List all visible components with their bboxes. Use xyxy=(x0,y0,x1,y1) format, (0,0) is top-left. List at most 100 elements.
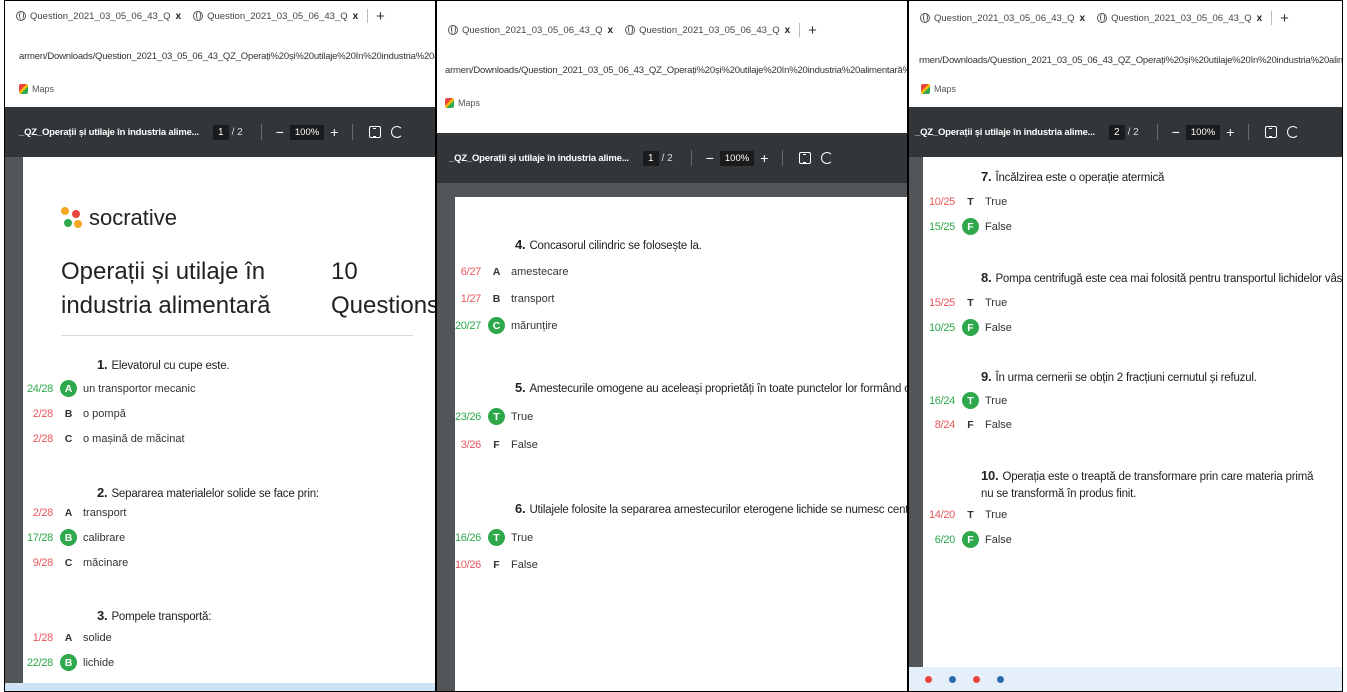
question-7: 7. Încălzirea este o operație atermică xyxy=(981,169,1164,184)
globe-icon xyxy=(16,11,26,21)
zoom-out-button[interactable]: − xyxy=(706,151,714,165)
answer-ratio: 6/20 xyxy=(934,533,956,546)
answer-text: True xyxy=(511,410,534,423)
zoom-level[interactable]: 100% xyxy=(289,124,325,140)
zoom-in-button[interactable]: + xyxy=(1226,125,1234,139)
answer-letter: B xyxy=(492,292,501,305)
answer-ratio: 9/28 xyxy=(32,556,54,569)
taskbar-app-icon[interactable] xyxy=(997,676,1004,683)
zoom-level[interactable]: 100% xyxy=(719,150,755,166)
answer-row: 10/26 F False xyxy=(441,556,538,573)
page-total: / 2 xyxy=(1127,126,1139,138)
answer-row: 15/25 F False xyxy=(915,218,1012,235)
browser-tab-1[interactable]: Question_2021_03_05_06_43_Q x xyxy=(13,5,184,27)
answer-letter-correct: F xyxy=(962,218,979,235)
address-bar[interactable]: armen/Downloads/Question_2021_03_05_06_4… xyxy=(5,45,435,67)
question-number: 2. xyxy=(97,485,108,500)
zoom-in-button[interactable]: + xyxy=(760,151,768,165)
taskbar-app-icon[interactable] xyxy=(925,676,932,683)
close-tab-icon[interactable]: x xyxy=(1080,13,1086,24)
answer-text: True xyxy=(985,296,1008,309)
tab-bar: Question_2021_03_05_06_43_Q x Question_20… xyxy=(909,3,1342,33)
browser-tab-2[interactable]: Question_2021_03_05_06_43_Q x xyxy=(190,5,361,27)
new-tab-button[interactable]: + xyxy=(376,8,385,25)
rotate-icon[interactable] xyxy=(391,126,404,138)
divider xyxy=(61,335,413,336)
address-bar[interactable]: armen/Downloads/Question_2021_03_05_06_4… xyxy=(437,59,907,81)
pdf-page: 7. Încălzirea este o operație atermică 10… xyxy=(923,157,1343,669)
divider xyxy=(1248,124,1250,140)
divider xyxy=(782,150,784,166)
close-tab-icon[interactable]: x xyxy=(785,25,791,36)
close-tab-icon[interactable]: x xyxy=(1257,13,1263,24)
answer-text: False xyxy=(985,321,1012,334)
bookmark-maps[interactable]: Maps xyxy=(458,98,480,108)
answer-text: măcinare xyxy=(83,556,129,569)
divider xyxy=(352,124,354,140)
rotate-icon[interactable] xyxy=(1287,126,1300,138)
question-text: Pompa centrifugă este cea mai folosită p… xyxy=(995,273,1343,285)
question-1: 1. Elevatorul cu cupe este. xyxy=(97,357,230,372)
screenshot-panel-1: Question_2021_03_05_06_43_Q x Question_20… xyxy=(4,0,436,692)
question-number: 8. xyxy=(981,270,992,285)
page-number-input[interactable]: 1 xyxy=(213,124,229,140)
browser-tab-2[interactable]: Question_2021_03_05_06_43_Q x xyxy=(622,19,793,41)
browser-tab-1[interactable]: Question_2021_03_05_06_43_Q x xyxy=(445,19,616,41)
answer-text: transport xyxy=(511,292,555,305)
answer-text: False xyxy=(985,533,1012,546)
divider xyxy=(1271,11,1273,25)
globe-icon xyxy=(193,11,204,21)
answer-row: 6/20 F False xyxy=(915,531,1012,548)
answer-letter: F xyxy=(493,438,500,451)
bookmark-maps[interactable]: Maps xyxy=(32,84,54,94)
globe-icon xyxy=(448,25,458,35)
answer-ratio: 2/28 xyxy=(32,407,54,420)
rotate-icon[interactable] xyxy=(821,152,834,164)
taskbar-app-icon[interactable] xyxy=(973,676,980,683)
zoom-in-button[interactable]: + xyxy=(330,125,338,139)
page-total: / 2 xyxy=(231,126,243,138)
close-tab-icon[interactable]: x xyxy=(608,25,614,36)
answer-ratio: 1/28 xyxy=(32,631,54,644)
question-number: 3. xyxy=(97,608,108,623)
fit-page-icon[interactable] xyxy=(1265,126,1278,138)
pdf-viewer[interactable]: 4. Concasorul cilindric se folosește la. … xyxy=(437,183,907,691)
divider xyxy=(690,150,692,166)
answer-letter: A xyxy=(64,506,73,519)
answer-row: 3/26 F False xyxy=(441,436,538,453)
fit-page-icon[interactable] xyxy=(369,126,382,138)
question-text: Pompele transportă: xyxy=(111,611,212,623)
answer-text: un transportor mecanic xyxy=(83,382,196,395)
bookmark-maps[interactable]: Maps xyxy=(934,84,956,94)
answer-row: 2/28 Bo pompă xyxy=(13,405,126,422)
browser-tab-1[interactable]: Question_2021_03_05_06_43_Q x xyxy=(917,7,1088,29)
zoom-level[interactable]: 100% xyxy=(1185,124,1221,140)
new-tab-button[interactable]: + xyxy=(1280,10,1289,27)
page-number-input[interactable]: 2 xyxy=(1109,124,1125,140)
answer-text: transport xyxy=(83,506,127,519)
close-tab-icon[interactable]: x xyxy=(353,11,359,22)
question-4: 4. Concasorul cilindric se folosește la. xyxy=(515,237,702,252)
answer-ratio: 10/25 xyxy=(928,321,955,334)
page-number-input[interactable]: 1 xyxy=(643,150,659,166)
pdf-page: socrative Operații și utilaje în industr… xyxy=(23,157,435,691)
pdf-viewer[interactable]: socrative Operații și utilaje în industr… xyxy=(5,157,435,691)
question-9: 9. În urma cernerii se obțin 2 fracțiuni … xyxy=(981,369,1257,384)
close-tab-icon[interactable]: x xyxy=(176,11,182,22)
zoom-out-button[interactable]: − xyxy=(276,125,284,139)
answer-text: o mașină de măcinat xyxy=(83,432,185,445)
address-bar[interactable]: rmen/Downloads/Question_2021_03_05_06_43… xyxy=(909,49,1342,71)
screenshot-panel-3: Question_2021_03_05_06_43_Q x Question_20… xyxy=(908,0,1343,692)
zoom-out-button[interactable]: − xyxy=(1172,125,1180,139)
new-tab-button[interactable]: + xyxy=(808,22,817,39)
browser-tab-2[interactable]: Question_2021_03_05_06_43_Q x xyxy=(1094,7,1265,29)
answer-row: 10/25 T True xyxy=(915,193,1007,210)
fit-page-icon[interactable] xyxy=(799,152,812,164)
socrative-logo-icon xyxy=(61,207,83,229)
divider xyxy=(799,23,801,37)
taskbar xyxy=(909,667,1342,691)
taskbar-app-icon[interactable] xyxy=(949,676,956,683)
answer-row: 14/20 T True xyxy=(915,506,1007,523)
pdf-viewer[interactable]: 7. Încălzirea este o operație atermică 10… xyxy=(909,157,1342,691)
answer-letter: B xyxy=(64,407,73,420)
